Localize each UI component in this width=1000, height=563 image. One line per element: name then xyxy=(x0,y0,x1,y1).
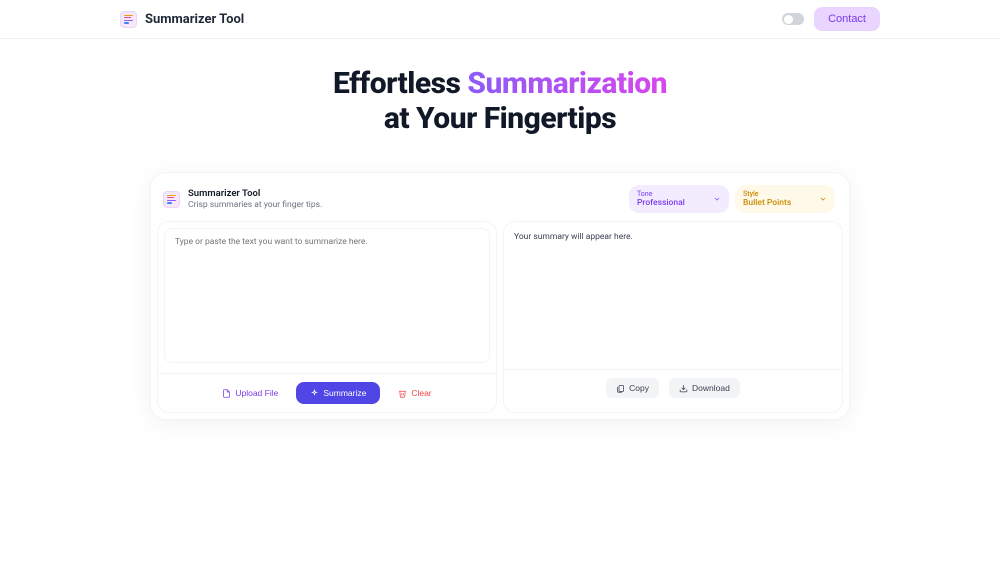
output-panel: Your summary will appear here. Copy Down… xyxy=(503,221,843,413)
hero: Effortless Summarization at Your Fingert… xyxy=(0,39,1000,172)
chevron-down-icon xyxy=(819,195,827,203)
output-area: Your summary will appear here. xyxy=(504,222,842,369)
copy-label: Copy xyxy=(629,383,649,393)
card-logo-icon xyxy=(163,191,180,208)
hero-highlight: Summarization xyxy=(467,66,667,101)
tone-select[interactable]: Tone Professional xyxy=(629,185,729,213)
brand: Summarizer Tool xyxy=(120,11,244,28)
trash-icon xyxy=(398,389,407,398)
card-header: Summarizer Tool Crisp summaries at your … xyxy=(157,179,843,221)
download-button[interactable]: Download xyxy=(669,378,740,398)
tone-label: Tone xyxy=(637,190,707,198)
summarizer-card: Summarizer Tool Crisp summaries at your … xyxy=(150,172,850,420)
copy-button[interactable]: Copy xyxy=(606,378,659,398)
card-subtitle: Crisp summaries at your finger tips. xyxy=(188,200,322,210)
download-icon xyxy=(679,384,688,393)
clipboard-icon xyxy=(616,384,625,393)
download-label: Download xyxy=(692,383,730,393)
style-label: Style xyxy=(743,190,813,198)
upload-icon xyxy=(222,389,231,398)
input-panel: Upload File Summarize Clear xyxy=(157,221,497,413)
hero-title: Effortless Summarization at Your Fingert… xyxy=(0,67,1000,136)
header-actions: Contact xyxy=(782,7,880,31)
input-textarea[interactable] xyxy=(164,228,490,363)
input-actions: Upload File Summarize Clear xyxy=(158,373,496,412)
card-title: Summarizer Tool xyxy=(188,188,322,199)
hero-prefix: Effortless xyxy=(333,66,467,101)
chevron-down-icon xyxy=(713,195,721,203)
style-value: Bullet Points xyxy=(743,198,813,208)
upload-file-button[interactable]: Upload File xyxy=(214,383,286,403)
style-select[interactable]: Style Bullet Points xyxy=(735,185,835,213)
clear-label: Clear xyxy=(411,388,431,398)
theme-toggle[interactable] xyxy=(782,13,804,25)
summarize-label: Summarize xyxy=(323,388,366,398)
upload-label: Upload File xyxy=(235,388,278,398)
output-actions: Copy Download xyxy=(504,369,842,406)
contact-button[interactable]: Contact xyxy=(814,7,880,31)
hero-line2: at Your Fingertips xyxy=(384,101,616,136)
brand-title: Summarizer Tool xyxy=(145,12,244,27)
options: Tone Professional Style Bullet Points xyxy=(629,185,835,213)
clear-button[interactable]: Clear xyxy=(390,383,439,403)
tone-value: Professional xyxy=(637,198,707,208)
header: Summarizer Tool Contact xyxy=(120,0,880,38)
logo-icon xyxy=(120,11,137,28)
sparkles-icon xyxy=(310,389,319,398)
summarize-button[interactable]: Summarize xyxy=(296,382,380,404)
